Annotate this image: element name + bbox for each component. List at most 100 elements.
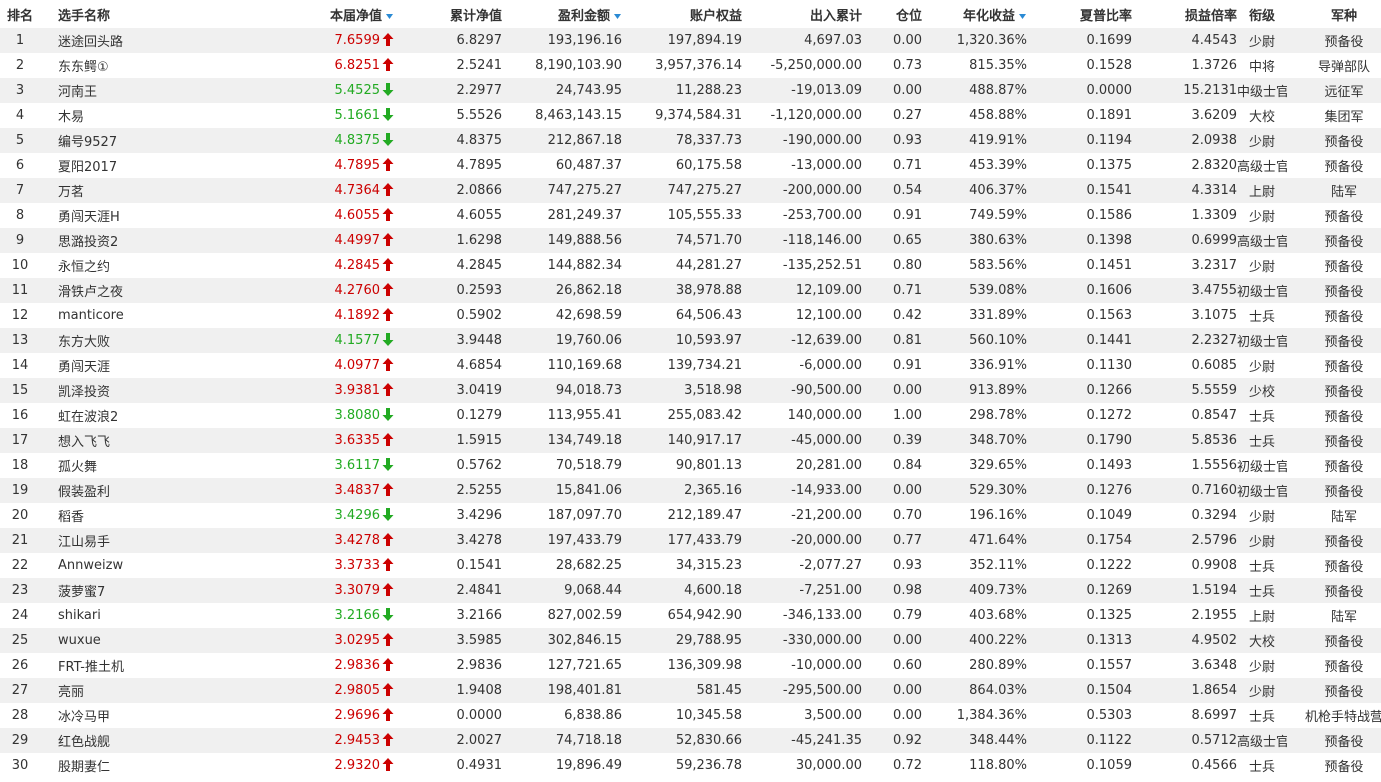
table-row[interactable]: 4 木易 5.1661 5.5526 8,463,143.15 9,374,584.31 -… (0, 103, 1381, 128)
player-name-value[interactable]: 滑铁卢之夜 (58, 285, 123, 300)
table-row[interactable]: 20 稻香 3.4296 3.4296 187,097.70 212,189.47 -21,… (0, 503, 1381, 528)
header-rank[interactable]: 排名 (0, 0, 40, 28)
header-rank-title[interactable]: 衔级 (1237, 0, 1287, 28)
table-row[interactable]: 22 Annweizw 3.3733 0.1541 28,682.25 34,315.23… (0, 553, 1381, 578)
player-name-value[interactable]: 红色战舰 (58, 735, 110, 750)
player-name[interactable]: 迷途回头路 (40, 28, 294, 53)
player-name-value[interactable]: 迷途回头路 (58, 35, 123, 50)
player-name-value[interactable]: 东方大败 (58, 335, 110, 350)
player-name-value[interactable]: 河南王 (58, 85, 97, 100)
sort-desc-icon[interactable] (385, 12, 394, 20)
table-row[interactable]: 8 勇闯天涯H 4.6055 4.6055 281,249.37 105,555.33 -2… (0, 203, 1381, 228)
player-name-value[interactable]: 思潞投资2 (58, 235, 118, 250)
player-name[interactable]: 木易 (40, 103, 294, 128)
player-name[interactable]: 夏阳2017 (40, 153, 294, 178)
player-name-value[interactable]: 亮丽 (58, 685, 84, 700)
player-name[interactable]: 红色战舰 (40, 728, 294, 753)
player-name-value[interactable]: 木易 (58, 110, 84, 125)
player-name[interactable]: 凯泽投资 (40, 378, 294, 403)
table-row[interactable]: 16 虹在波浪2 3.8080 0.1279 113,955.41 255,083.42 1… (0, 403, 1381, 428)
table-row[interactable]: 29 红色战舰 2.9453 2.0027 74,718.18 52,830.66 -45,… (0, 728, 1381, 753)
player-name[interactable]: 永恒之约 (40, 253, 294, 278)
header-current-nav[interactable]: 本届净值 (294, 0, 396, 28)
player-name-value[interactable]: shikari (58, 608, 101, 623)
player-name-value[interactable]: 夏阳2017 (58, 160, 117, 175)
player-name[interactable]: 思潞投资2 (40, 228, 294, 253)
table-row[interactable]: 17 想入飞飞 3.6335 1.5915 134,749.18 140,917.17 -4… (0, 428, 1381, 453)
player-name[interactable]: manticore (40, 303, 294, 328)
player-name[interactable]: Annweizw (40, 553, 294, 578)
table-row[interactable]: 26 FRT-推土机 2.9836 2.9836 127,721.65 136,309.9… (0, 653, 1381, 678)
player-name[interactable]: 虹在波浪2 (40, 403, 294, 428)
player-name-value[interactable]: 虹在波浪2 (58, 410, 118, 425)
player-name[interactable]: 想入飞飞 (40, 428, 294, 453)
header-cum-nav[interactable]: 累计净值 (396, 0, 502, 28)
player-name[interactable]: FRT-推土机 (40, 653, 294, 678)
player-name[interactable]: 编号9527 (40, 128, 294, 153)
player-name-value[interactable]: 东东鳄① (58, 60, 109, 75)
player-name-value[interactable]: 永恒之约 (58, 260, 110, 275)
table-row[interactable]: 13 东方大败 4.1577 3.9448 19,760.06 10,593.97 -12,… (0, 328, 1381, 353)
player-name-value[interactable]: 凯泽投资 (58, 385, 110, 400)
player-name-value[interactable]: 想入飞飞 (58, 435, 110, 450)
player-name[interactable]: 股期妻仁 (40, 753, 294, 778)
player-name-value[interactable]: 勇闯天涯 (58, 360, 110, 375)
player-name[interactable]: 冰冷马甲 (40, 703, 294, 728)
player-name-value[interactable]: 勇闯天涯H (58, 210, 120, 225)
table-row[interactable]: 23 菠萝蜜7 3.3079 2.4841 9,068.44 4,600.18 -7,251… (0, 578, 1381, 603)
player-name[interactable]: 东东鳄① (40, 53, 294, 78)
table-row[interactable]: 28 冰冷马甲 2.9696 0.0000 6,838.86 10,345.58 3,500… (0, 703, 1381, 728)
player-name-value[interactable]: 菠萝蜜7 (58, 585, 105, 600)
table-row[interactable]: 9 思潞投资2 4.4997 1.6298 149,888.56 74,571.70 -11… (0, 228, 1381, 253)
table-row[interactable]: 30 股期妻仁 2.9320 0.4931 19,896.49 59,236.78 30,0… (0, 753, 1381, 778)
player-name[interactable]: 勇闯天涯 (40, 353, 294, 378)
table-row[interactable]: 21 江山易手 3.4278 3.4278 197,433.79 177,433.79 -2… (0, 528, 1381, 553)
header-equity[interactable]: 账户权益 (622, 0, 742, 28)
sort-desc-icon[interactable] (1018, 12, 1027, 20)
table-row[interactable]: 19 假装盈利 3.4837 2.5255 15,841.06 2,365.16 -14,9… (0, 478, 1381, 503)
player-name-value[interactable]: 江山易手 (58, 535, 110, 550)
player-name-value[interactable]: 假装盈利 (58, 485, 110, 500)
player-name-value[interactable]: 稻香 (58, 510, 84, 525)
player-name-value[interactable]: 编号9527 (58, 135, 117, 150)
player-name[interactable]: 万茗 (40, 178, 294, 203)
sort-desc-icon[interactable] (613, 12, 622, 20)
header-flow[interactable]: 出入累计 (742, 0, 862, 28)
player-name[interactable]: wuxue (40, 628, 294, 653)
table-row[interactable]: 25 wuxue 3.0295 3.5985 302,846.15 29,788.95 -3… (0, 628, 1381, 653)
player-name[interactable]: 东方大败 (40, 328, 294, 353)
player-name-value[interactable]: Annweizw (58, 558, 123, 573)
header-profit[interactable]: 盈利金额 (502, 0, 622, 28)
table-row[interactable]: 5 编号9527 4.8375 4.8375 212,867.18 78,337.73 -1… (0, 128, 1381, 153)
player-name-value[interactable]: FRT-推土机 (58, 660, 124, 675)
table-row[interactable]: 24 shikari 3.2166 3.2166 827,002.59 654,942.9… (0, 603, 1381, 628)
table-row[interactable]: 1 迷途回头路 7.6599 6.8297 193,196.16 197,894.19 4,… (0, 28, 1381, 53)
table-row[interactable]: 18 孤火舞 3.6117 0.5762 70,518.79 90,801.13 20,28… (0, 453, 1381, 478)
table-row[interactable]: 2 东东鳄① 6.8251 2.5241 8,190,103.90 3,957,376.1… (0, 53, 1381, 78)
player-name[interactable]: 江山易手 (40, 528, 294, 553)
player-name-value[interactable]: wuxue (58, 633, 101, 648)
header-position[interactable]: 仓位 (862, 0, 922, 28)
player-name[interactable]: 河南王 (40, 78, 294, 103)
player-name[interactable]: 亮丽 (40, 678, 294, 703)
table-row[interactable]: 27 亮丽 2.9805 1.9408 198,401.81 581.45 -295,500… (0, 678, 1381, 703)
player-name-value[interactable]: 孤火舞 (58, 460, 97, 475)
player-name[interactable]: 孤火舞 (40, 453, 294, 478)
player-name[interactable]: 菠萝蜜7 (40, 578, 294, 603)
header-sharpe[interactable]: 夏普比率 (1027, 0, 1132, 28)
player-name-value[interactable]: 万茗 (58, 185, 84, 200)
player-name[interactable]: 稻香 (40, 503, 294, 528)
player-name-value[interactable]: 股期妻仁 (58, 760, 110, 775)
player-name-value[interactable]: manticore (58, 308, 124, 323)
header-pl-ratio[interactable]: 损益倍率 (1132, 0, 1237, 28)
table-row[interactable]: 6 夏阳2017 4.7895 4.7895 60,487.37 60,175.58 -13… (0, 153, 1381, 178)
player-name[interactable]: 假装盈利 (40, 478, 294, 503)
table-row[interactable]: 12 manticore 4.1892 0.5902 42,698.59 64,506.4… (0, 303, 1381, 328)
player-name[interactable]: 滑铁卢之夜 (40, 278, 294, 303)
table-row[interactable]: 7 万茗 4.7364 2.0866 747,275.27 747,275.27 -200,… (0, 178, 1381, 203)
header-branch[interactable]: 军种 (1287, 0, 1381, 28)
header-annual[interactable]: 年化收益 (922, 0, 1027, 28)
player-name[interactable]: shikari (40, 603, 294, 628)
table-row[interactable]: 11 滑铁卢之夜 4.2760 0.2593 26,862.18 38,978.88 12,… (0, 278, 1381, 303)
player-name-value[interactable]: 冰冷马甲 (58, 710, 110, 725)
